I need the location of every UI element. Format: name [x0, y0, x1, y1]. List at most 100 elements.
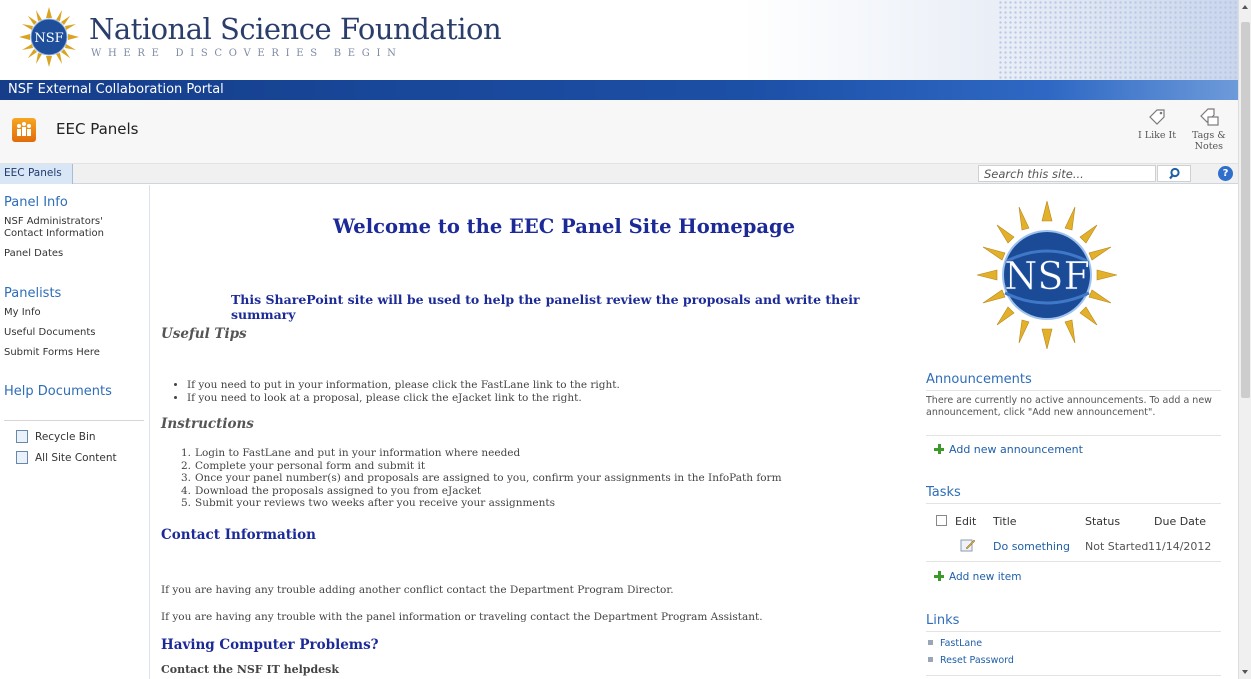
useful-tips-list: If you need to put in your information, … — [187, 379, 620, 404]
link-label: Reset Password — [940, 655, 1014, 666]
links-divider-bottom — [926, 675, 1221, 676]
announcements-title[interactable]: Announcements — [926, 372, 1032, 387]
top-navigation-bar: EEC Panels Search this site... ? — [0, 164, 1238, 184]
svg-text:NSF: NSF — [1004, 254, 1090, 298]
instructions-list: 1. Login to FastLane and put in your info… — [181, 447, 782, 510]
select-all-checkbox[interactable] — [936, 515, 947, 526]
like-label: I Like It — [1138, 130, 1177, 141]
bullet-icon — [928, 640, 933, 645]
nav-heading-panelists[interactable]: Panelists — [4, 286, 61, 301]
quick-launch: Panel Info NSF Administrators' Contact I… — [0, 185, 150, 679]
svg-text:NSF: NSF — [34, 31, 63, 46]
like-tag-icon — [1149, 109, 1165, 125]
help-icon[interactable]: ? — [1218, 166, 1233, 181]
search-icon — [1169, 167, 1180, 180]
column-header-edit[interactable]: Edit — [955, 515, 976, 528]
scrollbar-thumb[interactable] — [1241, 22, 1250, 398]
add-announcement-label: Add new announcement — [949, 443, 1083, 456]
page-subtitle: This SharePoint site will be used to hel… — [231, 292, 860, 322]
nav-item-submit-forms[interactable]: Submit Forms Here — [4, 347, 100, 359]
page-title: Welcome to the EEC Panel Site Homepage — [333, 215, 796, 238]
tab-eec-panels[interactable]: EEC Panels — [0, 164, 73, 184]
announcements-empty-line-2: announcement, click "Add new announcemen… — [926, 406, 1156, 418]
tags-label-line-2: Notes — [1194, 141, 1224, 152]
tasks-divider — [926, 503, 1221, 504]
instruction-text: Once your panel number(s) and proposals … — [195, 472, 782, 484]
instruction-text: Complete your personal form and submit i… — [195, 459, 426, 472]
nav-divider — [4, 420, 144, 421]
list-item: 2. Complete your personal form and submit… — [181, 459, 426, 472]
list-item: 4. Download the proposals assigned to you… — [181, 484, 482, 497]
tags-notes-button[interactable]: Tags & Notes — [1192, 106, 1226, 152]
tags-notes-icon — [1199, 108, 1219, 126]
portal-title-link[interactable]: NSF External Collaboration Portal — [8, 82, 224, 97]
nav-heading-panel-info[interactable]: Panel Info — [4, 195, 68, 210]
add-new-item-link[interactable]: Add new item — [934, 570, 1021, 583]
announcements-empty-text: There are currently no active announceme… — [926, 395, 1212, 418]
tasks-divider-bottom — [926, 561, 1221, 562]
links-divider — [926, 631, 1221, 632]
right-web-parts: NSF Announcements There are currently no… — [922, 185, 1232, 679]
announcements-divider — [926, 390, 1221, 391]
add-new-announcement-link[interactable]: Add new announcement — [934, 443, 1083, 456]
column-header-title[interactable]: Title — [993, 515, 1017, 528]
site-title-row: EEC Panels I Like It Tags & Notes — [0, 100, 1238, 164]
all-site-content-label: All Site Content — [35, 452, 117, 464]
nav-item-my-info[interactable]: My Info — [4, 307, 41, 319]
portal-bar: NSF External Collaboration Portal — [0, 80, 1238, 100]
list-item: If you need to put in your information, … — [187, 379, 620, 392]
useful-tips-heading: Useful Tips — [161, 326, 247, 342]
instruction-text: Login to FastLane and put in your inform… — [195, 447, 521, 459]
list-item: If you need to look at a proposal, pleas… — [187, 392, 620, 405]
recycle-bin-label: Recycle Bin — [35, 431, 96, 443]
column-header-due-date[interactable]: Due Date — [1154, 515, 1206, 528]
site-content-icon — [16, 451, 28, 464]
nav-item-useful-documents[interactable]: Useful Documents — [4, 327, 96, 339]
instructions-heading: Instructions — [161, 416, 254, 432]
recycle-bin-link[interactable]: Recycle Bin — [16, 430, 96, 443]
bullet-icon — [928, 657, 933, 662]
announcements-divider-bottom — [926, 435, 1221, 436]
search-input[interactable]: Search this site... — [978, 165, 1156, 182]
people-icon — [17, 122, 31, 136]
i-like-it-button[interactable]: I Like It — [1138, 106, 1176, 141]
helpdesk-text: Contact the NSF IT helpdesk — [161, 663, 339, 676]
nav-item-panel-dates[interactable]: Panel Dates — [4, 248, 63, 260]
link-reset-password[interactable]: Reset Password — [928, 655, 1014, 666]
org-name: National Science Foundation — [89, 12, 502, 46]
nav-item-label-line-1: NSF Administrators' — [4, 216, 103, 227]
site-title[interactable]: EEC Panels — [56, 120, 138, 138]
vertical-scrollbar[interactable] — [1238, 0, 1251, 679]
edit-item-icon[interactable] — [960, 537, 976, 553]
list-item: 1. Login to FastLane and put in your info… — [181, 447, 521, 459]
banner-pattern — [998, 0, 1238, 80]
instruction-text: Download the proposals assigned to you f… — [195, 484, 482, 497]
org-tagline: WHERE DISCOVERIES BEGIN — [91, 48, 403, 59]
nav-heading-help-documents[interactable]: Help Documents — [4, 384, 112, 399]
nav-item-nsf-administrators[interactable]: NSF Administrators' Contact Information — [4, 216, 104, 240]
column-header-status[interactable]: Status — [1085, 515, 1120, 528]
recycle-bin-icon — [16, 430, 28, 443]
tags-label-line-1: Tags & — [1192, 130, 1226, 141]
nav-item-label-line-2: Contact Information — [4, 228, 104, 239]
announcements-empty-line-1: There are currently no active announceme… — [926, 395, 1212, 406]
task-title-link[interactable]: Do something — [993, 540, 1070, 553]
add-item-label: Add new item — [949, 571, 1022, 583]
links-title[interactable]: Links — [926, 613, 959, 628]
link-label: FastLane — [940, 638, 983, 649]
tasks-title[interactable]: Tasks — [926, 485, 961, 500]
nsf-logo-icon[interactable]: NSF — [18, 6, 80, 68]
add-icon — [934, 444, 944, 454]
contact-heading: Contact Information — [161, 527, 316, 543]
instruction-text: Submit your reviews two weeks after you … — [195, 497, 555, 509]
all-site-content-link[interactable]: All Site Content — [16, 451, 117, 464]
computer-problems-heading: Having Computer Problems? — [161, 637, 379, 653]
contact-paragraph-assistant: If you are having any trouble with the p… — [161, 611, 763, 623]
scroll-down-icon[interactable] — [1242, 670, 1248, 674]
list-item: 5. Submit your reviews two weeks after yo… — [181, 497, 555, 509]
search-button[interactable] — [1157, 165, 1191, 182]
scroll-up-icon[interactable] — [1242, 5, 1248, 9]
link-fastlane[interactable]: FastLane — [928, 638, 982, 649]
site-icon — [12, 118, 36, 142]
list-item: 3. Once your panel number(s) and proposal… — [181, 472, 782, 484]
